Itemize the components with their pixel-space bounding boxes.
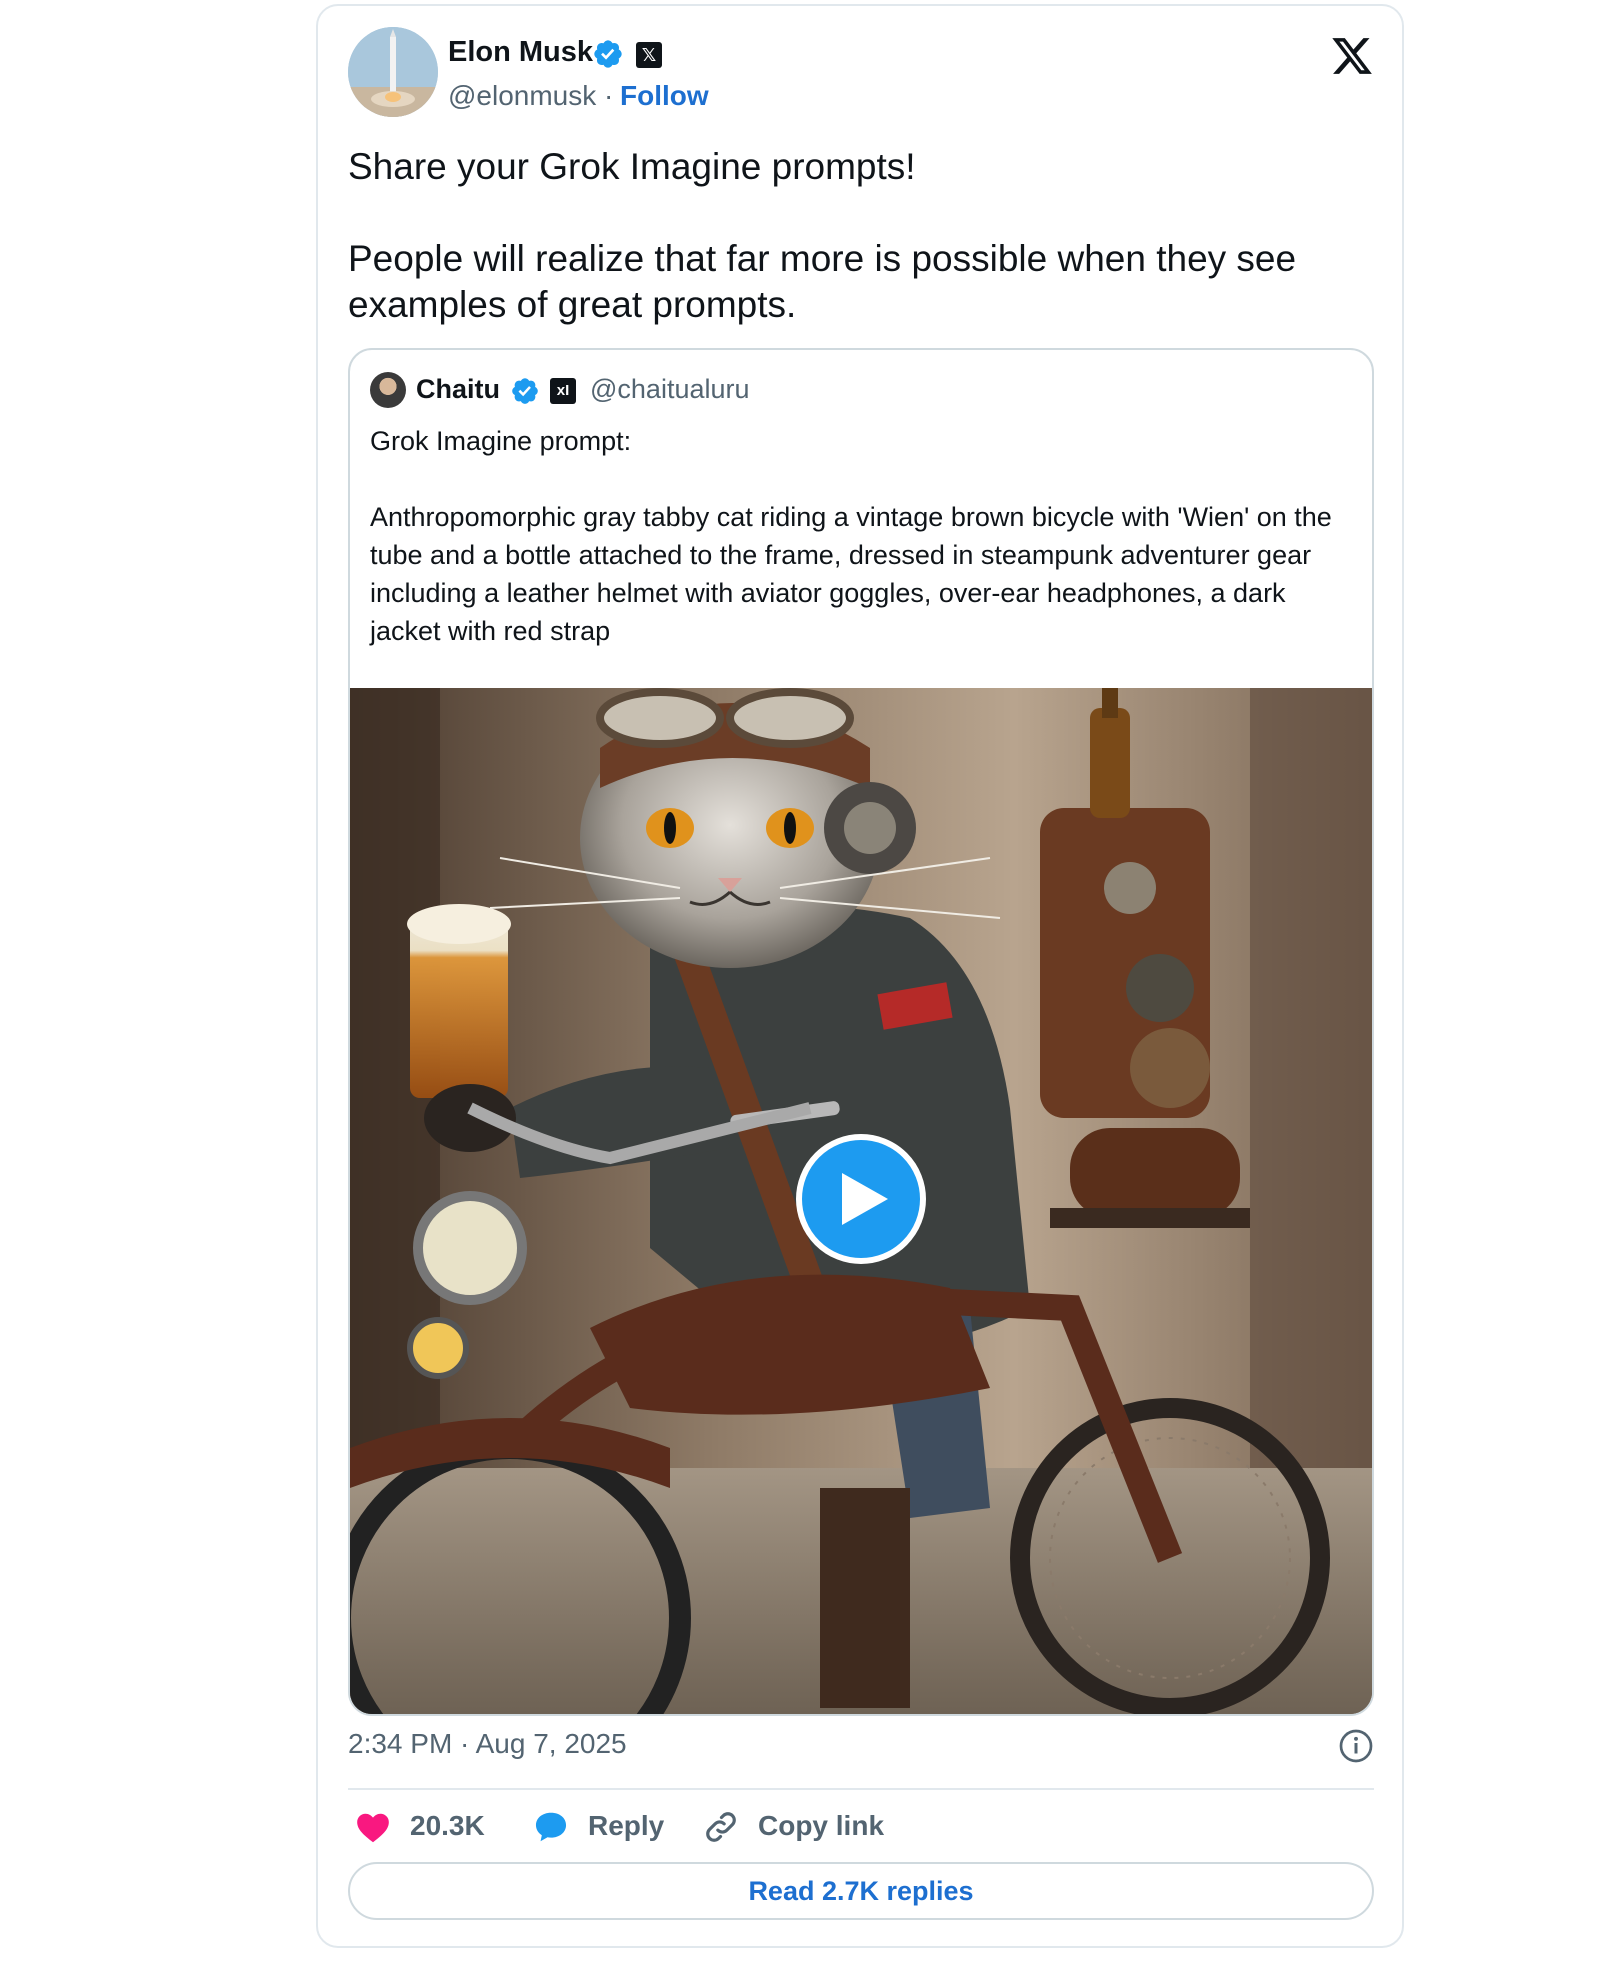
tweet-text: Share your Grok Imagine prompts! People … [348, 144, 1348, 328]
quoted-author-handle[interactable]: @chaitualuru [590, 374, 750, 405]
copy-link-button[interactable]: Copy link [702, 1806, 885, 1846]
quoted-text-line: Anthropomorphic gray tabby cat riding a … [370, 502, 1332, 646]
quoted-text-line: Grok Imagine prompt: [370, 426, 632, 456]
like-count: 20.3K [410, 1810, 485, 1841]
tweet-timestamp[interactable]: 2:34 PM · Aug 7, 2025 [348, 1728, 627, 1760]
quoted-tweet-text: Grok Imagine prompt: Anthropomorphic gra… [370, 422, 1360, 650]
tweet-text-line: Share your Grok Imagine prompts! [348, 146, 916, 187]
quoted-author-name[interactable]: Chaitu [416, 374, 500, 405]
author-name[interactable]: Elon Musk [448, 36, 593, 69]
link-icon [706, 1812, 736, 1842]
quoted-tweet[interactable]: Chaitu xI @chaitualuru Grok Imagine prom… [348, 348, 1374, 1716]
reply-button[interactable]: Reply [532, 1806, 672, 1846]
read-replies-button[interactable]: Read 2.7K replies [348, 1862, 1374, 1920]
play-button[interactable] [796, 1134, 926, 1264]
handle-separator: · [604, 80, 614, 111]
video-thumbnail[interactable] [350, 688, 1372, 1714]
affiliation-badge-icon: xI [550, 378, 576, 404]
play-icon [842, 1173, 888, 1225]
x-logo-icon[interactable] [1330, 34, 1374, 78]
reply-label: Reply [588, 1810, 665, 1841]
verified-badge-icon [512, 378, 538, 404]
follow-button[interactable]: Follow [620, 80, 709, 112]
like-button[interactable]: 20.3K [354, 1806, 485, 1846]
author-handle[interactable]: @elonmusk [448, 80, 596, 112]
verified-badge-icon [594, 40, 622, 68]
reply-bubble-icon [535, 1812, 567, 1842]
tweet-text-line: People will realize that far more is pos… [348, 238, 1297, 325]
divider [348, 1788, 1374, 1790]
affiliation-badge-icon: 𝕏 [636, 42, 662, 68]
copy-link-label: Copy link [758, 1810, 885, 1841]
tweet-card: Elon Musk 𝕏 @elonmusk · Follow Share you… [316, 4, 1404, 1948]
author-avatar[interactable] [348, 27, 438, 117]
quoted-author-avatar[interactable] [370, 372, 406, 408]
heart-icon [357, 1813, 389, 1843]
info-icon[interactable] [1338, 1728, 1374, 1764]
